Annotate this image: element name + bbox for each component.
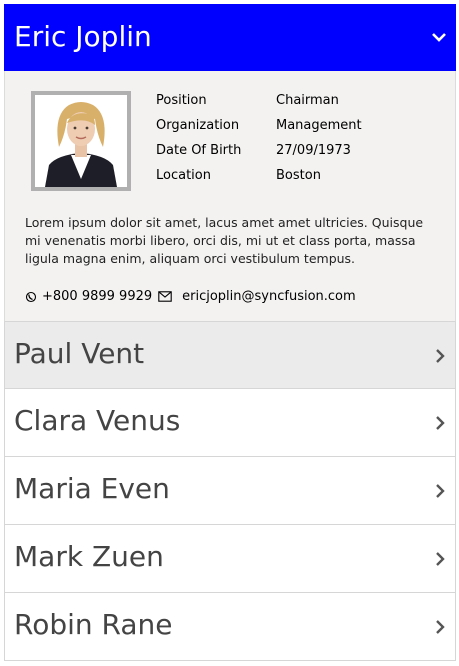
detail-value: Boston <box>276 168 321 183</box>
accordion-header-mark-zuen[interactable]: Mark Zuen <box>4 525 456 593</box>
phone-number: +800 9899 9929 <box>42 289 153 304</box>
envelope-icon <box>158 291 172 302</box>
detail-label: Position <box>156 93 207 108</box>
chevron-right-icon[interactable] <box>433 348 447 364</box>
detail-label: Location <box>156 168 211 183</box>
accordion-item-label: Clara Venus <box>14 404 181 437</box>
profile-photo <box>31 91 131 191</box>
accordion-item-label: Mark Zuen <box>14 540 164 573</box>
accordion-header-eric-joplin[interactable]: Eric Joplin <box>4 4 456 71</box>
contact-line: +800 9899 9929 ericjoplin@syncfusion.com <box>25 289 356 304</box>
detail-row-organization: Organization Management <box>156 118 362 143</box>
accordion-header-robin-rane[interactable]: Robin Rane <box>4 593 456 661</box>
accordion-item-label: Robin Rane <box>14 608 173 641</box>
header-title: Eric Joplin <box>14 20 152 53</box>
detail-value: Management <box>276 118 362 133</box>
detail-label: Date Of Birth <box>156 143 242 158</box>
accordion-header-maria-even[interactable]: Maria Even <box>4 457 456 525</box>
detail-row-location: Location Boston <box>156 168 362 193</box>
detail-label: Organization <box>156 118 240 133</box>
chevron-right-icon[interactable] <box>433 415 447 431</box>
accordion: Eric Joplin Position Chairman Organizati… <box>4 4 456 661</box>
profile-details: Position Chairman Organization Managemen… <box>156 93 362 193</box>
profile-description: Lorem ipsum dolor sit amet, lacus amet a… <box>25 215 424 266</box>
accordion-header-clara-venus[interactable]: Clara Venus <box>4 389 456 457</box>
chevron-down-icon[interactable] <box>430 28 448 46</box>
detail-value: 27/09/1973 <box>276 143 351 158</box>
chevron-right-icon[interactable] <box>433 551 447 567</box>
detail-row-date-of-birth: Date Of Birth 27/09/1973 <box>156 143 362 168</box>
accordion-header-paul-vent[interactable]: Paul Vent <box>4 321 456 389</box>
detail-value: Chairman <box>276 93 339 108</box>
email-address[interactable]: ericjoplin@syncfusion.com <box>182 289 356 304</box>
accordion-item-label: Paul Vent <box>14 337 145 370</box>
accordion-panel-content: Position Chairman Organization Managemen… <box>4 71 456 321</box>
chevron-right-icon[interactable] <box>433 483 447 499</box>
chevron-right-icon[interactable] <box>433 619 447 635</box>
phone-icon <box>25 291 37 302</box>
detail-row-position: Position Chairman <box>156 93 362 118</box>
accordion-item-label: Maria Even <box>14 472 170 505</box>
